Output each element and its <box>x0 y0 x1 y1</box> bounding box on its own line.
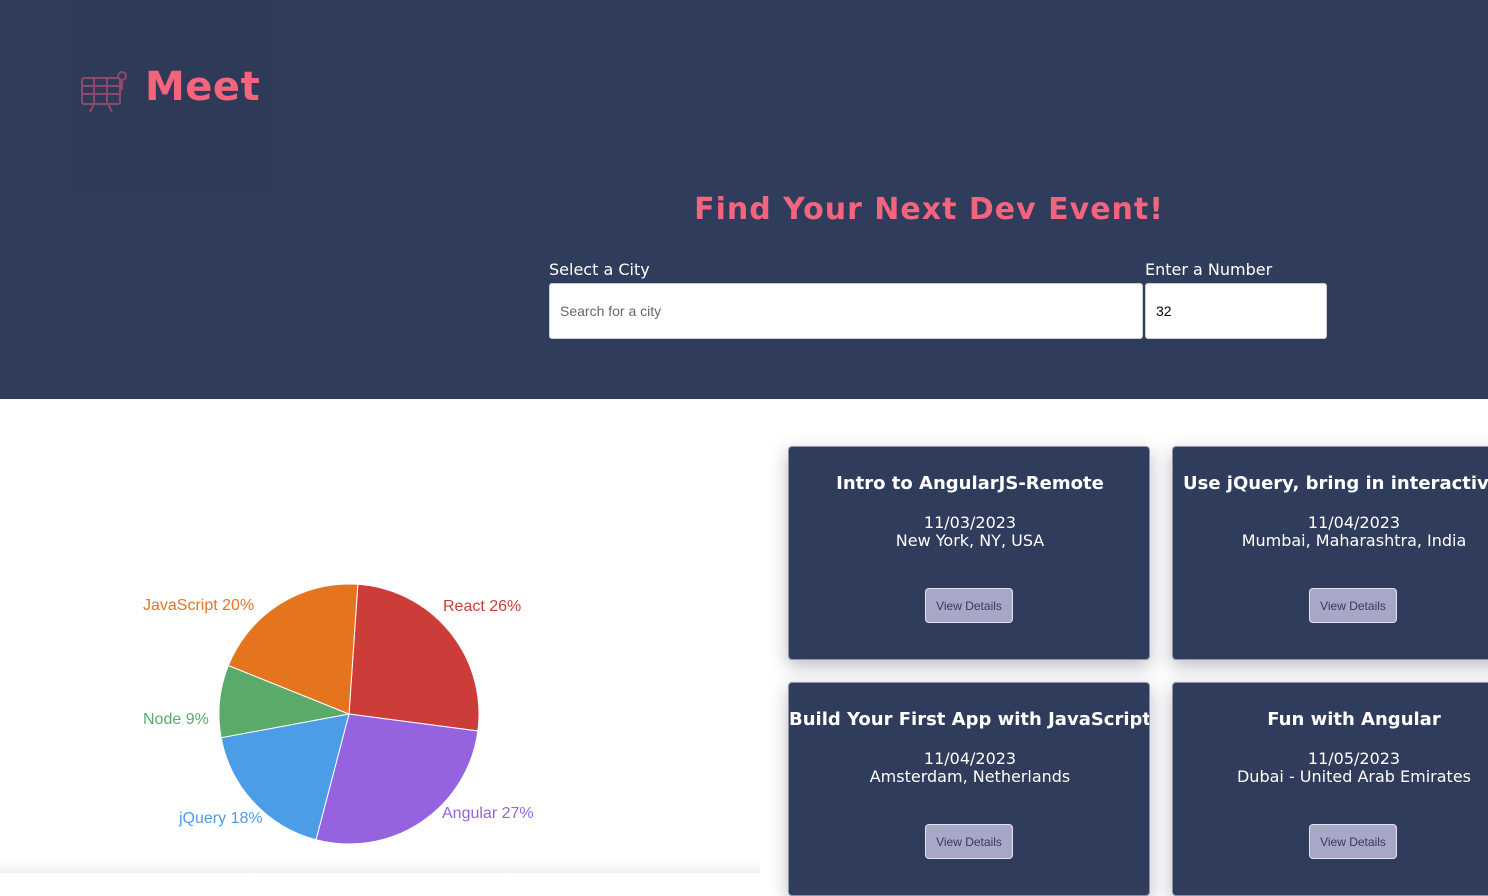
event-location: Dubai - United Arab Emirates <box>1236 767 1471 786</box>
pie-label-javascript: JavaScript 20% <box>143 597 254 614</box>
event-title: Build Your First App with JavaScript <box>789 709 1150 730</box>
event-location: Amsterdam, Netherlands <box>869 767 1071 786</box>
event-card: Intro to AngularJS-Remote 11/03/2023 New Y… <box>788 446 1150 660</box>
header: Meet Find Your Next Dev Event! Select a … <box>0 0 1488 399</box>
event-card: Use jQuery, bring in interactivity easil… <box>1172 446 1488 660</box>
number-label: Enter a Number <box>1145 260 1273 279</box>
page-title: Find Your Next Dev Event! <box>694 192 1164 227</box>
view-details-button[interactable]: View Details <box>1309 588 1397 623</box>
view-details-button[interactable]: View Details <box>925 824 1013 859</box>
event-date: 11/04/2023 <box>1307 513 1401 532</box>
pie-label-jquery: jQuery 18% <box>178 810 263 827</box>
genre-pie-chart: React 26% Angular 27% jQuery 18% Node 9% Jav… <box>0 399 760 873</box>
event-date: 11/05/2023 <box>1307 749 1401 768</box>
view-details-button[interactable]: View Details <box>1309 824 1397 859</box>
event-card: Fun with Angular 11/05/2023 Dubai - United… <box>1172 682 1488 896</box>
event-title: Intro to AngularJS-Remote <box>836 473 1104 494</box>
view-details-button[interactable]: View Details <box>925 588 1013 623</box>
event-date: 11/04/2023 <box>923 749 1017 768</box>
event-board-icon <box>80 70 130 118</box>
pie-label-angular: Angular 27% <box>442 805 534 822</box>
event-title: Use jQuery, bring in interactivity easil… <box>1183 473 1488 494</box>
logo-text: Meet <box>145 64 261 110</box>
event-card: Build Your First App with JavaScript 11/0… <box>788 682 1150 896</box>
pie-chart-svg: React 26% Angular 27% jQuery 18% Node 9% Jav… <box>143 583 534 845</box>
city-search-input[interactable] <box>549 283 1143 339</box>
event-title: Fun with Angular <box>1267 709 1441 730</box>
event-location: New York, NY, USA <box>895 531 1045 550</box>
event-location: Mumbai, Maharashtra, India <box>1241 531 1467 550</box>
event-date: 11/03/2023 <box>923 513 1017 532</box>
pie-label-react: React 26% <box>443 598 521 615</box>
pie-label-node: Node 9% <box>143 711 209 728</box>
number-of-events-input[interactable] <box>1145 283 1327 339</box>
logo[interactable]: Meet <box>70 0 270 192</box>
city-label: Select a City <box>549 260 650 279</box>
chart-footer-shade <box>0 860 760 873</box>
